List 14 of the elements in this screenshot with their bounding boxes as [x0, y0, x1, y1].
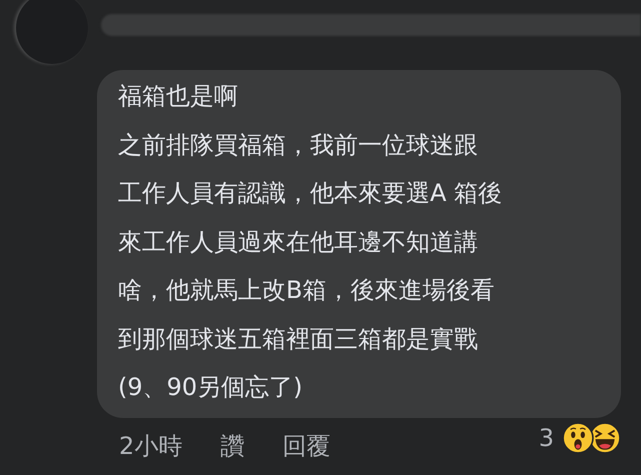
avatar[interactable]	[16, 0, 88, 64]
comment-text-line: 之前排隊買福箱，我前一位球迷跟	[118, 130, 479, 160]
comment-text-line: 工作人員有認識，他本來要選A 箱後	[118, 178, 504, 209]
wow-emoji-icon	[562, 422, 594, 454]
reaction-count[interactable]: 3	[538, 424, 554, 452]
comment-text-line: 啥，他就馬上改B箱，後來進場後看	[118, 275, 496, 306]
comment-text-line: (9、90另個忘了)	[118, 372, 304, 403]
timestamp[interactable]: 2小時	[119, 430, 182, 462]
comment-text-line: 福箱也是啊	[118, 81, 239, 112]
action-link[interactable]: 讚	[220, 430, 244, 462]
laughing-emoji-icon	[589, 422, 621, 454]
comment-text-line: 來工作人員過來在他耳邊不知道講	[118, 226, 479, 258]
action-link[interactable]: 回覆	[282, 430, 330, 462]
comment-text-line: 到那個球迷五箱裡面三箱都是實戰	[118, 324, 479, 354]
